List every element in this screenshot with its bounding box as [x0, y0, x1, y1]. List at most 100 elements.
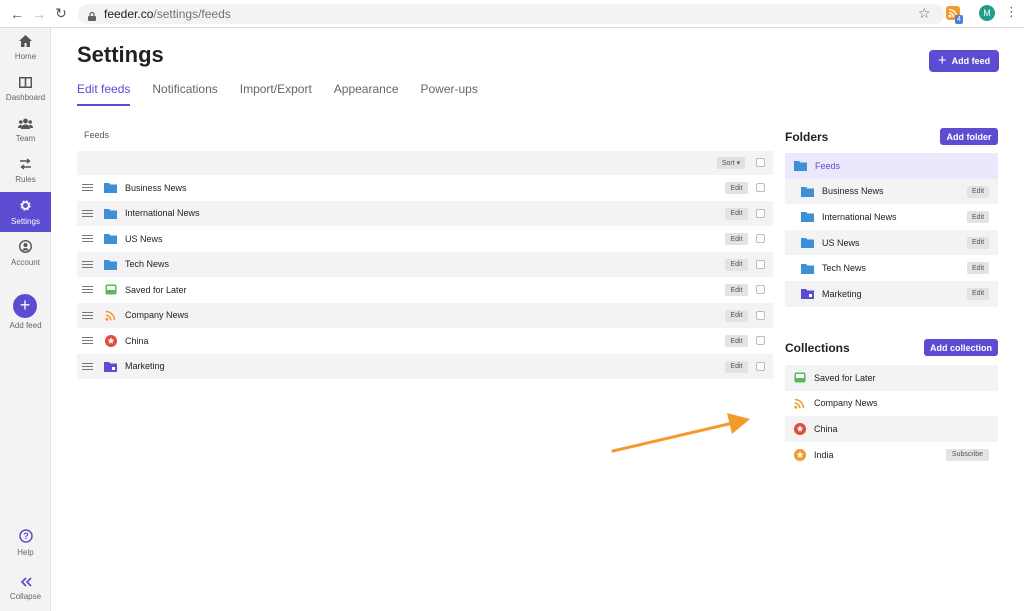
drag-handle-icon[interactable] [82, 235, 93, 243]
folder-icon [801, 288, 814, 300]
profile-avatar[interactable]: M [979, 5, 995, 21]
sidebar-item-collapse[interactable]: Collapse [0, 569, 51, 609]
drag-handle-icon[interactable] [82, 337, 93, 345]
tab-appearance[interactable]: Appearance [334, 82, 399, 106]
drag-handle-icon[interactable] [82, 209, 93, 217]
row-checkbox[interactable] [756, 183, 765, 192]
edit-button[interactable]: Edit [725, 335, 748, 347]
sidebar-item-rules[interactable]: Rules [0, 151, 51, 191]
add-feed-button[interactable]: + Add feed [929, 50, 999, 72]
collection-row[interactable]: Company News [785, 391, 998, 417]
edit-button[interactable]: Edit [725, 360, 748, 373]
row-checkbox[interactable] [756, 259, 765, 269]
collection-row[interactable]: India Subscribe [785, 442, 998, 468]
sidebar-item-help[interactable]: ? Help [0, 523, 51, 563]
row-checkbox[interactable] [756, 336, 765, 345]
collection-name: China [814, 423, 838, 434]
sidebar-item-account[interactable]: Account [0, 233, 51, 273]
edit-button[interactable]: Edit [967, 262, 989, 275]
edit-button[interactable]: Edit [725, 258, 748, 271]
select-all-checkbox[interactable] [756, 158, 765, 167]
sidebar-add-feed-button[interactable]: + [13, 294, 37, 318]
lock-icon [88, 10, 96, 21]
star-badge-icon [104, 334, 117, 347]
drag-handle-icon[interactable] [82, 260, 93, 268]
sidebar-item-home[interactable]: Home [0, 28, 51, 68]
edit-button[interactable]: Edit [725, 233, 748, 245]
folder-row[interactable]: Marketing Edit [785, 280, 998, 307]
feeds-table-header: Sort ▾ [77, 151, 773, 175]
sort-button[interactable]: Sort ▾ [717, 157, 745, 169]
edit-button[interactable]: Edit [725, 309, 748, 322]
help-icon: ? [18, 529, 33, 543]
feed-row: US News Edit [77, 226, 773, 252]
add-collection-button[interactable]: Add collection [924, 339, 998, 356]
feed-row: Saved for Later Edit [77, 277, 773, 303]
sidebar-item-label: Home [14, 52, 37, 61]
folder-row-root[interactable]: Feeds [785, 153, 998, 179]
feed-name: Tech News [125, 259, 170, 270]
feeds-caption: Feeds [84, 130, 110, 140]
sidebar-item-label: Rules [15, 175, 36, 184]
feed-name: Business News [125, 182, 187, 193]
drag-handle-icon[interactable] [82, 184, 93, 192]
sidebar-item-dashboard[interactable]: Dashboard [0, 69, 51, 109]
settings-tabs: Edit feeds Notifications Import/Export A… [77, 82, 500, 106]
folder-row[interactable]: US News Edit [785, 229, 998, 256]
browser-menu-icon[interactable]: ⋮ [1005, 5, 1018, 19]
edit-button[interactable]: Edit [725, 182, 748, 194]
collection-name: Saved for Later [814, 372, 876, 383]
row-checkbox[interactable] [756, 310, 765, 320]
row-checkbox[interactable] [756, 208, 765, 218]
back-icon[interactable]: ← [6, 3, 28, 25]
inbox-icon [104, 284, 117, 296]
row-checkbox[interactable] [756, 234, 765, 243]
drag-handle-icon[interactable] [82, 286, 93, 294]
tab-power-ups[interactable]: Power-ups [421, 82, 478, 106]
edit-button[interactable]: Edit [967, 287, 989, 300]
folder-icon [801, 185, 814, 197]
feed-name: International News [125, 208, 200, 219]
edit-button[interactable]: Edit [725, 284, 748, 296]
sidebar-item-team[interactable]: Team [0, 110, 51, 150]
row-checkbox[interactable] [756, 285, 765, 294]
folder-row[interactable]: Tech News Edit [785, 255, 998, 281]
add-feed-button-label: Add feed [951, 56, 991, 66]
forward-icon[interactable]: → [28, 3, 50, 25]
tab-edit-feeds[interactable]: Edit feeds [77, 82, 131, 106]
address-bar[interactable]: feeder.co/settings/feeds [78, 4, 944, 24]
folder-name: Tech News [822, 263, 867, 274]
reload-icon[interactable]: ↻ [50, 3, 72, 25]
edit-button[interactable]: Edit [967, 211, 989, 224]
feed-row: Tech News Edit [77, 251, 773, 277]
subscribe-button[interactable]: Subscribe [946, 448, 989, 461]
sidebar-item-settings[interactable]: Settings [0, 192, 51, 232]
folder-icon [104, 258, 117, 270]
collection-row[interactable]: Saved for Later [785, 365, 998, 391]
collection-name: India [814, 449, 834, 460]
feed-name: Marketing [125, 361, 165, 372]
folder-row[interactable]: International News Edit [785, 204, 998, 230]
row-checkbox[interactable] [756, 361, 765, 371]
star-badge-icon [793, 422, 806, 435]
sidebar: Home Dashboard Team Rules Settings Accou… [0, 28, 51, 611]
collection-row[interactable]: China [785, 416, 998, 442]
bookmark-star-icon[interactable]: ☆ [918, 5, 931, 22]
add-folder-button[interactable]: Add folder [940, 128, 998, 145]
collection-name: Company News [814, 398, 878, 409]
edit-button[interactable]: Edit [967, 185, 989, 198]
folder-row[interactable]: Business News Edit [785, 178, 998, 205]
drag-handle-icon[interactable] [82, 311, 93, 319]
gear-icon [20, 199, 31, 211]
tab-import-export[interactable]: Import/Export [240, 82, 312, 106]
edit-button[interactable]: Edit [967, 236, 989, 249]
folder-list: Feeds Business News Edit International N… [785, 153, 998, 307]
rss-icon [793, 397, 806, 409]
folder-icon [104, 207, 117, 219]
edit-button[interactable]: Edit [725, 207, 748, 220]
feed-name: Company News [125, 310, 189, 321]
drag-handle-icon[interactable] [82, 362, 93, 370]
tab-notifications[interactable]: Notifications [152, 82, 217, 106]
folder-name: Marketing [822, 288, 862, 299]
collections-title: Collections [785, 341, 850, 355]
